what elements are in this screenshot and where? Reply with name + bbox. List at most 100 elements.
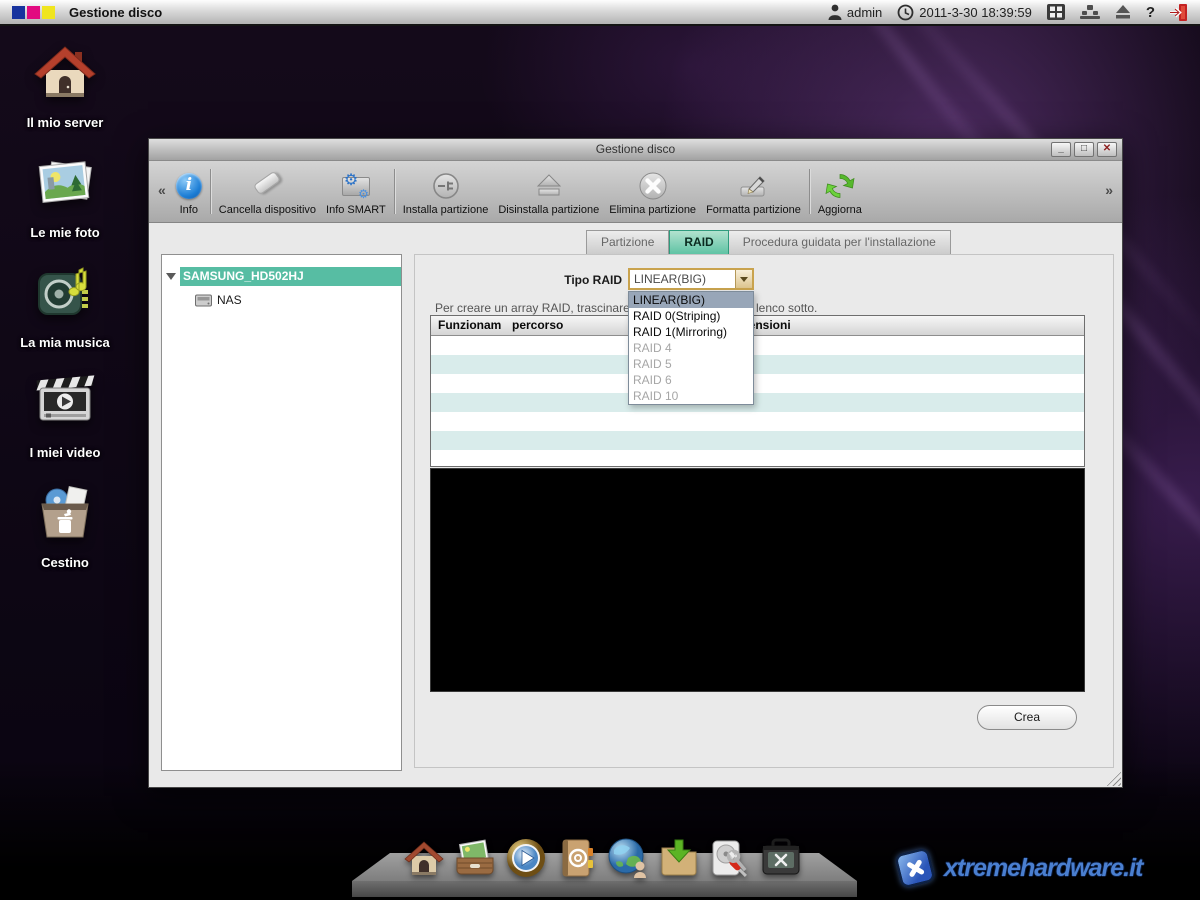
videos-icon bbox=[33, 370, 97, 434]
app-grid-icon[interactable] bbox=[1047, 4, 1065, 20]
dock-media-player-icon[interactable] bbox=[504, 836, 548, 880]
caret-down-icon[interactable] bbox=[162, 273, 180, 280]
select-arrow-icon[interactable] bbox=[735, 270, 752, 288]
toolbar-separator bbox=[809, 169, 810, 214]
photos-icon bbox=[33, 150, 97, 214]
clock-display: 2011-3-30 18:39:59 bbox=[897, 4, 1032, 21]
column-header: Funzionam bbox=[438, 318, 501, 332]
format-partition-button[interactable]: Formatta partizione bbox=[701, 169, 806, 218]
desktop-icon-label: La mia musica bbox=[12, 335, 118, 350]
datetime-label: 2011-3-30 18:39:59 bbox=[919, 5, 1032, 20]
eject-icon[interactable] bbox=[1115, 5, 1131, 19]
desktop-icon-label: Le mie foto bbox=[12, 225, 118, 240]
tab-bar: Partizione RAID Procedura guidata per l'… bbox=[586, 230, 951, 255]
desktop-icon-trash[interactable]: Cestino bbox=[12, 480, 118, 570]
raid-type-label: Tipo RAID bbox=[415, 273, 622, 287]
tree-partition-row[interactable]: NAS bbox=[162, 293, 401, 307]
unmount-partition-icon bbox=[534, 171, 564, 201]
device-tree-panel: SAMSUNG_HD502HJ NAS bbox=[161, 254, 402, 771]
tab-partizione[interactable]: Partizione bbox=[586, 230, 669, 255]
column-header: percorso bbox=[512, 318, 563, 332]
desktop-icon-my-videos[interactable]: I miei video bbox=[12, 370, 118, 460]
dropdown-option[interactable]: RAID 4 bbox=[629, 340, 753, 356]
clock-icon bbox=[897, 4, 914, 21]
disk-icon bbox=[195, 293, 212, 307]
dock bbox=[402, 836, 803, 880]
wallpaper-branding: xtremehardware.it bbox=[898, 842, 1198, 894]
dock-toolbox-icon[interactable] bbox=[759, 836, 803, 880]
table-row bbox=[431, 431, 1084, 450]
raid-type-value: LINEAR(BIG) bbox=[630, 270, 735, 288]
dropdown-option[interactable]: RAID 10 bbox=[629, 388, 753, 404]
dropdown-option[interactable]: RAID 0(Striping) bbox=[629, 308, 753, 324]
raid-instruction-text: Per creare un array RAID, trascinare bbox=[435, 301, 630, 315]
raid-instruction-text-cont: lenco sotto. bbox=[756, 301, 817, 315]
window-content: Partizione RAID Procedura guidata per l'… bbox=[149, 224, 1122, 787]
music-icon bbox=[33, 260, 97, 324]
raid-type-select[interactable]: LINEAR(BIG) bbox=[628, 268, 754, 290]
maximize-button[interactable]: □ bbox=[1074, 142, 1094, 157]
desktop-icon-my-photos[interactable]: Le mie foto bbox=[12, 150, 118, 240]
unmount-partition-button[interactable]: Disinstalla partizione bbox=[493, 169, 604, 218]
menubar-title: Gestione disco bbox=[69, 5, 162, 20]
dock-web-icon[interactable] bbox=[606, 836, 650, 880]
dock-disk-utility-icon[interactable] bbox=[708, 836, 752, 880]
erase-device-icon bbox=[253, 171, 281, 196]
raid-preview-area bbox=[430, 468, 1085, 692]
desktop-icon-label: Il mio server bbox=[12, 115, 118, 130]
desktop-icon-my-music[interactable]: La mia musica bbox=[12, 260, 118, 350]
dropdown-option[interactable]: RAID 6 bbox=[629, 372, 753, 388]
window-toolbar: « Info Cancella dispositivo Info SMART bbox=[149, 161, 1122, 223]
network-icon[interactable] bbox=[1080, 5, 1100, 19]
dropdown-option[interactable]: RAID 5 bbox=[629, 356, 753, 372]
raid-disks-table: Funzionam percorso Dimensioni bbox=[430, 315, 1085, 467]
dock-contacts-icon[interactable] bbox=[555, 836, 599, 880]
table-row bbox=[431, 393, 1084, 412]
dock-downloads-icon[interactable] bbox=[657, 836, 701, 880]
info-button[interactable]: Info bbox=[171, 169, 207, 218]
raid-type-dropdown: LINEAR(BIG) RAID 0(Striping) RAID 1(Mirr… bbox=[628, 291, 754, 405]
tree-device-row[interactable]: SAMSUNG_HD502HJ bbox=[162, 267, 401, 286]
device-label: SAMSUNG_HD502HJ bbox=[180, 267, 401, 286]
window-title: Gestione disco bbox=[596, 142, 675, 156]
logout-icon[interactable] bbox=[1170, 4, 1188, 21]
xtremehardware-logo-icon bbox=[894, 847, 935, 888]
dock-platform-front bbox=[352, 881, 857, 897]
toolbar-collapse-right[interactable]: » bbox=[1100, 182, 1118, 198]
toolbar-separator bbox=[394, 169, 395, 214]
disk-management-window: Gestione disco _ □ ✕ « Info Cancella dis… bbox=[148, 138, 1123, 788]
raid-panel: Tipo RAID LINEAR(BIG) Per creare un arra… bbox=[414, 254, 1114, 768]
close-button[interactable]: ✕ bbox=[1097, 142, 1117, 157]
toolbar-separator bbox=[210, 169, 211, 214]
username-label: admin bbox=[847, 5, 882, 20]
desktop-icon-label: Cestino bbox=[12, 555, 118, 570]
tab-raid[interactable]: RAID bbox=[669, 230, 728, 255]
dropdown-option[interactable]: LINEAR(BIG) bbox=[629, 292, 753, 308]
table-row bbox=[431, 374, 1084, 393]
help-icon[interactable]: ? bbox=[1146, 4, 1155, 21]
smart-info-button[interactable]: Info SMART bbox=[321, 169, 391, 218]
tab-procedura-guidata[interactable]: Procedura guidata per l'installazione bbox=[729, 230, 951, 255]
dropdown-option[interactable]: RAID 1(Mirroring) bbox=[629, 324, 753, 340]
minimize-button[interactable]: _ bbox=[1051, 142, 1071, 157]
refresh-icon bbox=[825, 171, 855, 201]
dock-photos-icon[interactable] bbox=[453, 836, 497, 880]
table-row bbox=[431, 450, 1084, 466]
desktop-icon-my-server[interactable]: Il mio server bbox=[12, 40, 118, 130]
mount-partition-button[interactable]: Installa partizione bbox=[398, 169, 494, 218]
desktop-screen: Gestione disco admin 2011-3-30 18:39:59 bbox=[0, 0, 1200, 900]
delete-partition-button[interactable]: Elimina partizione bbox=[604, 169, 701, 218]
table-row bbox=[431, 355, 1084, 374]
toolbar-collapse-left[interactable]: « bbox=[153, 182, 171, 198]
trash-icon bbox=[33, 480, 97, 544]
desktop-icon-label: I miei video bbox=[12, 445, 118, 460]
refresh-button[interactable]: Aggiorna bbox=[813, 169, 867, 218]
window-titlebar[interactable]: Gestione disco _ □ ✕ bbox=[149, 139, 1122, 161]
user-menu[interactable]: admin bbox=[828, 4, 882, 20]
create-button[interactable]: Crea bbox=[977, 705, 1077, 730]
top-menubar: Gestione disco admin 2011-3-30 18:39:59 bbox=[0, 0, 1200, 26]
dock-home-icon[interactable] bbox=[402, 836, 446, 880]
home-icon bbox=[33, 40, 97, 104]
user-icon bbox=[828, 4, 842, 20]
erase-device-button[interactable]: Cancella dispositivo bbox=[214, 169, 321, 218]
